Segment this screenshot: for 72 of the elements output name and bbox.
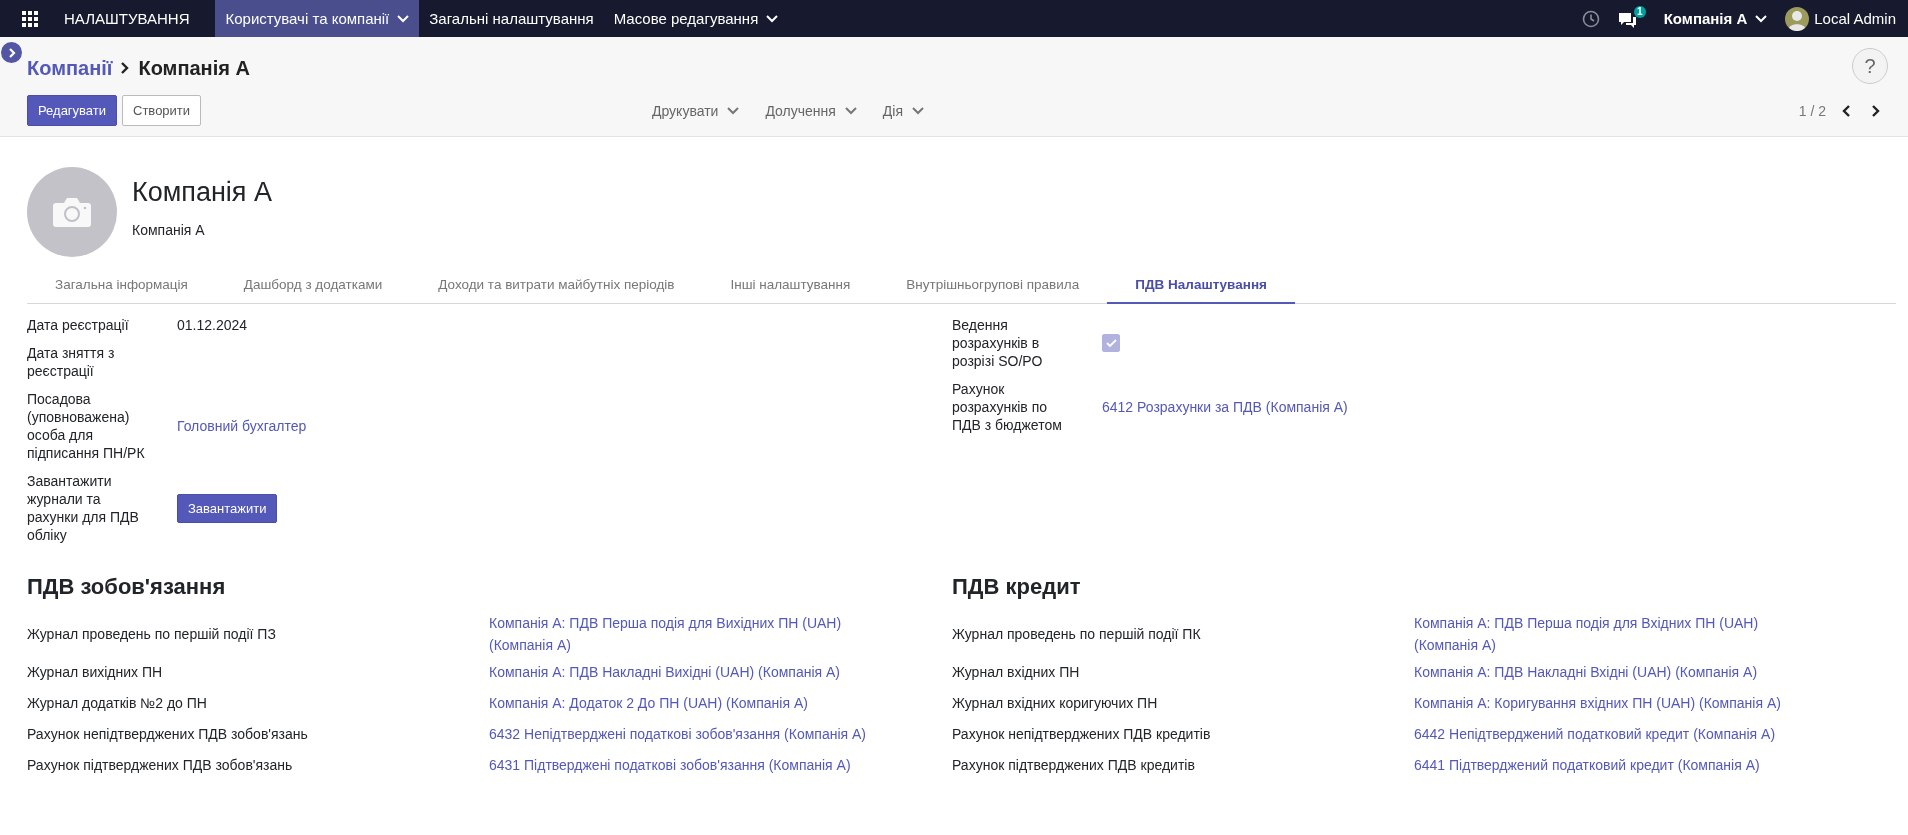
field-label: Журнал вхідних коригуючих ПН <box>952 694 1159 711</box>
field-label: Журнал вихідних ПН <box>27 663 164 680</box>
field-link[interactable]: Компанія А: ПДВ Перша подія для Вихідних ПН (UAH) (Компанія А) <box>489 612 879 656</box>
tab[interactable]: ПДВ Налаштування <box>1107 269 1295 304</box>
field-link[interactable]: Компанія А: ПДВ Накладні Вихідні (UAH) (Компанія А) <box>489 660 879 683</box>
create-button[interactable]: Створити <box>122 95 202 126</box>
chevron-right-icon <box>1871 103 1880 118</box>
caret-icon <box>1755 14 1768 23</box>
field-label: Завантажити журнали та рахунки для ПДВ обліку <box>27 472 140 544</box>
message-count-badge: 1 <box>1634 6 1646 18</box>
caret-icon <box>912 106 924 115</box>
field-label: Посадова (уповноважена) особа для підписання ПН/РК <box>27 390 146 462</box>
menu-item[interactable]: Загальні налаштування <box>419 0 604 37</box>
menu-item[interactable]: Масове редагування <box>603 0 789 37</box>
section-heading: ПДВ зобов'язання <box>27 574 227 600</box>
pager-value[interactable]: 1 / 2 <box>1798 102 1826 119</box>
action-dropdown[interactable]: Дія <box>882 102 924 119</box>
action-dropdown[interactable]: Друкувати <box>652 102 740 119</box>
field-label: Журнал вхідних ПН <box>952 663 1081 680</box>
field-link[interactable]: 6431 Підтверджені податкові зобов'язання (Компанія А) <box>489 753 879 776</box>
chevron-right-icon <box>120 61 131 75</box>
caret-icon <box>397 14 410 23</box>
app-title: НАЛАШТУВАННЯ <box>64 10 190 27</box>
action-dropdown[interactable]: Долучення <box>765 102 857 119</box>
load-button[interactable]: Завантажити <box>177 493 278 523</box>
caret-icon <box>844 106 857 115</box>
tab[interactable]: Інші налаштування <box>702 269 879 304</box>
field-link[interactable]: Компанія А: ПДВ Накладні Вхідні (UAH) (Компанія А) <box>1414 660 1804 683</box>
field-link[interactable]: 6442 Непідтверджений податковий кредит (Компанія А) <box>1414 722 1804 745</box>
user-menu[interactable]: Local Admin <box>1785 6 1896 31</box>
field-label: Рахунок непідтверджених ПДВ зобов'язань <box>27 725 309 742</box>
field-label: Рахунок підтверджених ПДВ кредитів <box>952 756 1196 773</box>
field-link[interactable]: Головний бухгалтер <box>177 418 307 434</box>
chevron-left-icon <box>1842 103 1851 118</box>
company-name-title: Компанія А <box>132 177 272 208</box>
field-link[interactable]: 6412 Розрахунки за ПДВ (Компанія А) <box>1102 399 1348 415</box>
field-link[interactable]: 6432 Непідтверджені податкові зобов'язання (Компанія А) <box>489 722 879 745</box>
field-label: Рахунок непідтверджених ПДВ кредитів <box>952 725 1212 742</box>
field-label: Журнал додатків №2 до ПН <box>27 694 208 711</box>
help-button[interactable]: ? <box>1852 48 1888 84</box>
field-link[interactable]: Компанія А: Коригування вхідних ПН (UAH) (Компанія А) <box>1414 691 1804 714</box>
caret-icon <box>727 106 740 115</box>
clock-icon[interactable] <box>1581 9 1600 28</box>
field-label: Рахунок розрахунків по ПДВ з бюджетом <box>952 380 1063 434</box>
field-link[interactable]: Компанія А: ПДВ Перша подія для Вхідних ПН (UAH) (Компанія А) <box>1414 612 1804 656</box>
company-name-subtitle: Компанія А <box>132 222 206 238</box>
field-label: Журнал проведень по першій події ПЗ <box>27 626 277 642</box>
field-label: Журнал проведень по першій події ПК <box>952 626 1202 642</box>
tab[interactable]: Внутрішньогрупові правила <box>878 269 1108 304</box>
chat-button[interactable]: 1 <box>1617 6 1646 31</box>
field-label: Дата реєстрації <box>27 316 130 334</box>
tab[interactable]: Загальна інформація <box>27 269 216 304</box>
camera-icon <box>52 196 92 228</box>
menu-item[interactable]: Користувачі та компанії <box>215 0 420 37</box>
field-link[interactable]: Компанія А: Додаток 2 До ПН (UAH) (Компанія А) <box>489 691 879 714</box>
chat-icon <box>1617 11 1637 29</box>
field-link[interactable]: 6441 Підтверджений податковий кредит (Компанія А) <box>1414 753 1804 776</box>
caret-icon <box>766 14 779 23</box>
field-label: Дата зняття з реєстрації <box>27 344 116 380</box>
apps-grid-icon[interactable] <box>22 10 38 27</box>
field-value: 01.12.2024 <box>177 317 248 333</box>
company-switcher[interactable]: Компанія А <box>1663 10 1768 27</box>
field-label: Ведення розрахунків в розрізі SO/PO <box>952 316 1044 370</box>
breadcrumb-link[interactable]: Компанії <box>27 56 113 80</box>
tab[interactable]: Дашборд з додатками <box>215 269 411 304</box>
sidebar-toggle-button[interactable] <box>1 42 22 63</box>
field-label: Рахунок підтверджених ПДВ зобов'язань <box>27 756 294 773</box>
section-heading: ПДВ кредит <box>952 574 1082 600</box>
user-avatar-icon <box>1785 6 1810 31</box>
edit-button[interactable]: Редагувати <box>27 95 118 126</box>
tab[interactable]: Доходи та витрати майбутніх періодів <box>410 269 703 304</box>
breadcrumb-current: Компанія А <box>138 56 250 80</box>
